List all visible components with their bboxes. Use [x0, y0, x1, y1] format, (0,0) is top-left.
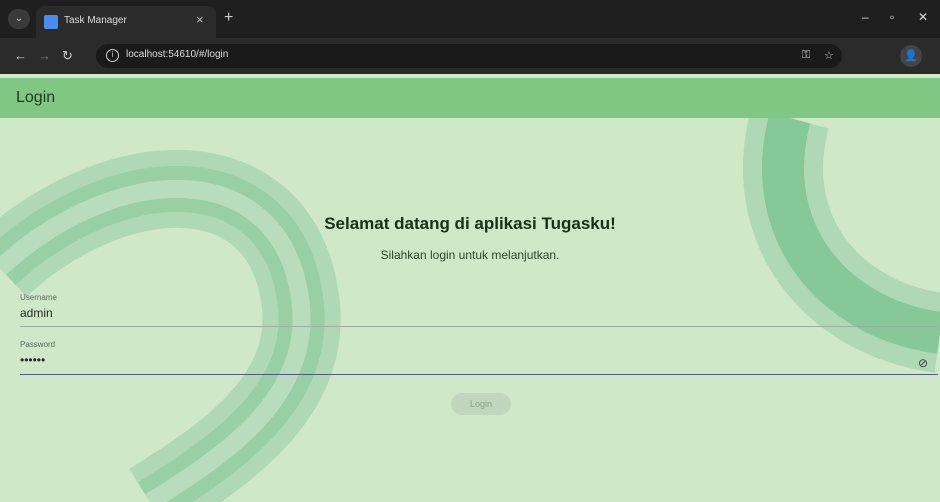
username-field[interactable]: Username admin: [20, 293, 938, 327]
tab-search-icon[interactable]: ⌄: [8, 9, 30, 29]
password-input[interactable]: ••••••: [20, 353, 938, 367]
info-icon[interactable]: i: [106, 49, 119, 62]
close-window-icon[interactable]: ✕: [918, 10, 928, 24]
page-title: Login: [16, 89, 56, 106]
tab-close-icon[interactable]: ×: [196, 12, 204, 27]
app-bar: Login: [0, 78, 940, 118]
minimize-icon[interactable]: –: [862, 10, 869, 24]
url-text: localhost:54610/#/login: [126, 49, 229, 60]
password-field[interactable]: Password •••••• ⊘: [20, 340, 938, 375]
browser-tab-bar: ⌄ Task Manager × + – ▫ ✕: [0, 0, 940, 38]
password-underline: [20, 373, 938, 375]
tab-title: Task Manager: [64, 15, 127, 26]
welcome-subtitle: Silahkan login untuk melanjutkan.: [380, 248, 560, 262]
welcome-heading: Selamat datang di aplikasi Tugasku!: [324, 214, 616, 233]
password-key-icon[interactable]: ⚿: [802, 49, 810, 62]
bookmark-star-icon[interactable]: ☆: [824, 49, 834, 62]
new-tab-icon[interactable]: +: [224, 9, 233, 27]
username-label: Username: [20, 293, 57, 302]
browser-tab[interactable]: Task Manager ×: [36, 6, 216, 38]
forward-icon[interactable]: →: [38, 48, 51, 63]
back-icon[interactable]: ←: [14, 48, 27, 63]
browser-toolbar: ← → ↻ i localhost:54610/#/login ⚿ ☆ 👤: [0, 38, 940, 74]
password-label: Password: [20, 340, 56, 349]
favicon-icon: [44, 15, 58, 29]
profile-avatar-icon[interactable]: 👤: [900, 45, 922, 67]
eye-off-icon[interactable]: ⊘: [918, 356, 928, 370]
address-bar[interactable]: i localhost:54610/#/login ⚿ ☆: [96, 44, 842, 68]
maximize-icon[interactable]: ▫: [890, 10, 894, 24]
username-input[interactable]: admin: [20, 306, 938, 320]
login-button[interactable]: Login: [451, 393, 511, 415]
reload-icon[interactable]: ↻: [62, 48, 73, 64]
login-page: Selamat datang di aplikasi Tugasku! Sila…: [0, 118, 940, 502]
username-underline: [20, 326, 938, 327]
